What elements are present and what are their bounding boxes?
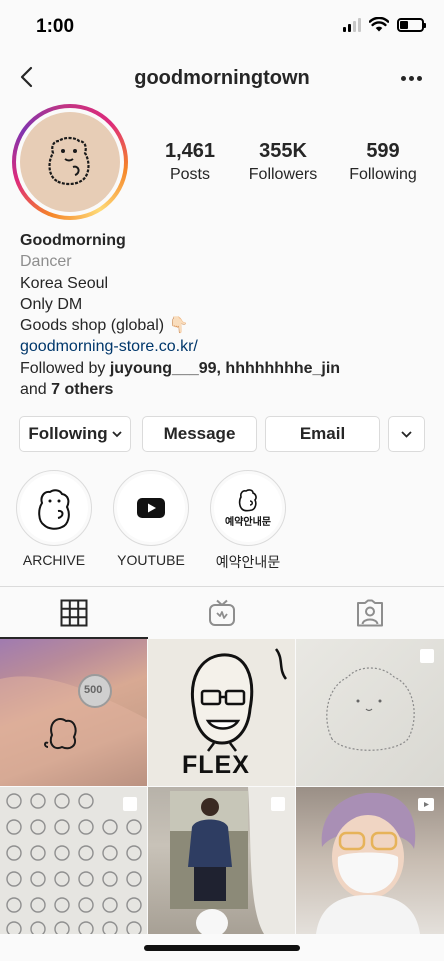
bear-sticker-icon [38, 489, 70, 530]
chevron-down-icon [112, 430, 122, 437]
avatar [20, 112, 120, 212]
highlight-cover-text: 예약안내문 [225, 517, 271, 528]
wifi-icon [369, 17, 389, 32]
nav-bar: goodmorningtown [0, 56, 444, 100]
battery-icon [397, 17, 426, 32]
status-time: 1:00 [36, 16, 75, 37]
profile-avatar-story-ring[interactable] [12, 104, 128, 220]
youtube-icon [137, 498, 165, 518]
suggested-accounts-button[interactable] [388, 416, 425, 452]
followed-by[interactable]: Followed by juyoung___99, hhhhhhhhe_jin [20, 358, 430, 379]
post-cat-sketch[interactable] [296, 639, 444, 786]
bio-line: Goods shop (global) 👇🏻 [20, 317, 189, 335]
profile-category: Dancer [20, 253, 72, 271]
following-button[interactable]: Following [19, 416, 131, 452]
posts-grid: 500 FLEX [0, 639, 444, 934]
message-button[interactable]: Message [142, 416, 257, 452]
more-options-button[interactable] [396, 66, 426, 90]
home-indicator [144, 945, 300, 951]
grid-icon [60, 599, 88, 627]
highlight-label: YOUTUBE [117, 552, 185, 568]
email-button-label: Email [299, 424, 346, 443]
stat-label: Posts [169, 166, 210, 183]
status-icons [343, 17, 426, 32]
followed-by-prefix: Followed by [20, 359, 110, 377]
highlight-label: 예약안내문 [215, 554, 281, 570]
more-dot-icon [408, 75, 414, 81]
profile-display-name: Goodmorning [20, 232, 126, 249]
flex-drawing-text: FLEX [182, 751, 250, 779]
highlight-youtube[interactable]: YOUTUBE [106, 470, 196, 568]
bio-website-link[interactable]: goodmorning-store.co.kr/ [20, 336, 430, 357]
stat-value: 355K [259, 140, 307, 162]
post-photo-of-boy[interactable] [148, 787, 295, 934]
posts-count[interactable]: 1,461 Posts [150, 140, 230, 184]
highlight-reservation-notice[interactable]: 예약안내문 예약안내문 [203, 470, 293, 572]
profile-username: goodmorningtown [134, 67, 310, 89]
profile-actions: Following Message Email [19, 416, 425, 452]
carousel-icon [271, 797, 285, 811]
carousel-icon [123, 797, 137, 811]
bio-line: Only DM [20, 295, 83, 313]
cellular-signal-icon [343, 17, 361, 32]
bear-tattoo-drawing [48, 136, 90, 186]
message-button-label: Message [163, 424, 236, 443]
followed-by-and: and [20, 381, 52, 399]
post-selfie-mask[interactable] [296, 787, 444, 934]
stat-label: Following [349, 166, 417, 183]
carousel-icon [420, 649, 434, 663]
bear-sticker-icon [238, 489, 257, 512]
highlight-label: ARCHIVE [22, 552, 86, 568]
post-sticker-sheet[interactable] [0, 787, 147, 934]
post-tattoo-arm[interactable]: 500 [0, 639, 147, 786]
followed-by-users: juyoung___99, hhhhhhhhe_jin [109, 359, 341, 377]
followed-by-others-count: 7 others [51, 381, 114, 399]
followers-count[interactable]: 355K Followers [230, 140, 336, 184]
chevron-down-icon [401, 430, 412, 438]
profile-tabs [0, 586, 444, 639]
tagged-icon [357, 599, 383, 627]
video-icon [418, 798, 434, 811]
stat-value: 1,461 [164, 140, 216, 162]
following-button-label: Following [28, 424, 108, 443]
post-flex-drawing[interactable]: FLEX [148, 639, 295, 786]
tab-grid[interactable] [0, 587, 148, 639]
status-bar: 1:00 [0, 0, 444, 52]
following-count[interactable]: 599 Following [336, 140, 430, 184]
followed-by-others[interactable]: and 7 others [20, 379, 430, 400]
more-dot-icon [416, 75, 422, 81]
tab-igtv[interactable] [148, 587, 296, 639]
tab-tagged[interactable] [296, 587, 444, 639]
more-dot-icon [400, 75, 406, 81]
stat-value: 599 [366, 140, 400, 162]
stat-label: Followers [248, 166, 318, 183]
email-button[interactable]: Email [265, 416, 380, 452]
coin-text: 500 [84, 684, 103, 696]
igtv-icon [209, 599, 235, 626]
profile-bio: Goodmorning Dancer Korea Seoul Only DM G… [20, 230, 430, 400]
bio-line: Korea Seoul [20, 274, 109, 292]
post-image [0, 674, 147, 786]
highlight-archive[interactable]: ARCHIVE [9, 470, 99, 568]
story-highlights: ARCHIVE YOUTUBE 예약안내문 예약안내문 [0, 470, 444, 570]
profile-stats: 1,461 Posts 355K Followers 599 Following [150, 140, 440, 184]
